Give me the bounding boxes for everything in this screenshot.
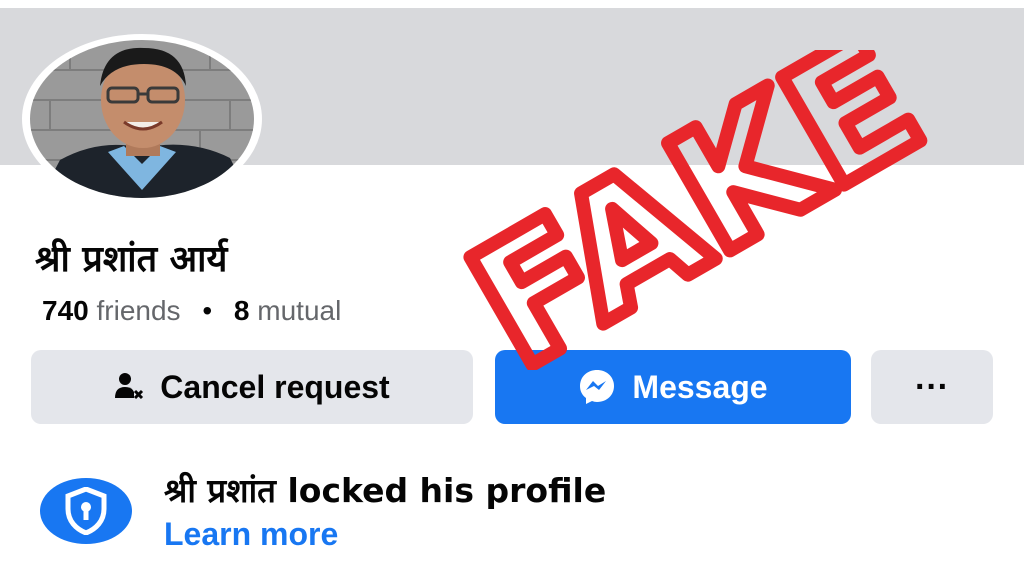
profile-name: श्री प्रशांत आर्य	[35, 239, 228, 280]
cancel-request-button[interactable]: Cancel request	[31, 350, 473, 424]
mutual-label: mutual	[257, 295, 342, 326]
avatar[interactable]	[30, 40, 254, 198]
friends-stats[interactable]: 740 friends • 8 mutual	[42, 292, 341, 330]
locked-profile-notice: श्री प्रशांत locked his profile	[164, 471, 607, 510]
message-button[interactable]: Message	[495, 350, 851, 424]
person-x-icon	[114, 372, 144, 402]
messenger-icon	[578, 368, 616, 406]
message-label: Message	[632, 368, 768, 405]
learn-more-link[interactable]: Learn more	[164, 514, 338, 554]
shield-lock-icon	[40, 478, 132, 544]
mutual-count: 8	[233, 295, 250, 326]
cancel-request-label: Cancel request	[160, 368, 390, 405]
stats-separator: •	[202, 295, 213, 326]
friends-label: friends	[96, 295, 181, 326]
profile-photo	[30, 40, 254, 198]
more-icon: ···	[915, 367, 949, 406]
more-options-button[interactable]: ···	[871, 350, 993, 424]
friends-count: 740	[42, 295, 89, 326]
